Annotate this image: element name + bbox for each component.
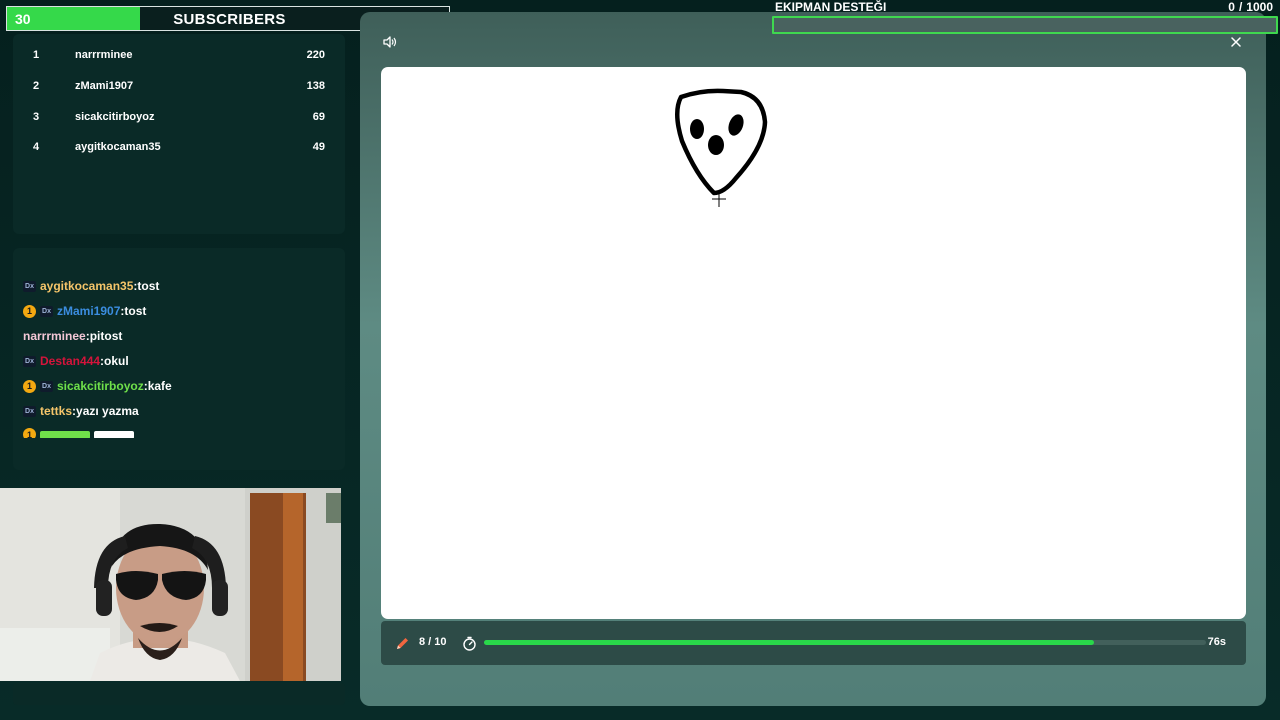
sketch-drawing	[675, 88, 768, 207]
drawing-canvas[interactable]	[381, 67, 1246, 619]
leaderboard-score: 220	[306, 49, 325, 61]
close-icon[interactable]	[1227, 33, 1245, 51]
timer-progress-track	[484, 640, 1206, 645]
chat-message: 1 Dx sicakcitirboyoz:kafe	[23, 377, 172, 395]
leaderboard-name: zMami1907	[75, 80, 134, 92]
webcam-feed	[0, 488, 341, 681]
chat-text: pitost	[89, 329, 123, 343]
webcam-frame-strip	[13, 683, 345, 705]
chat-message: Dx aygitkocaman35:tost	[23, 277, 159, 295]
leaderboard-row: 2 zMami1907 138	[13, 77, 345, 97]
stopwatch-icon	[460, 634, 478, 652]
chat-username: Destan444	[40, 354, 101, 368]
leaderboard-score: 49	[312, 141, 325, 153]
truncated-message	[94, 430, 134, 438]
leaderboard-rank: 1	[33, 49, 40, 61]
chat-text: kafe	[147, 379, 172, 393]
chat-username: aygitkocaman35	[40, 279, 134, 293]
dx-badge-icon: Dx	[23, 405, 36, 417]
equipment-separator: /	[1238, 0, 1243, 14]
subscriber-badge-icon: 1	[23, 379, 36, 393]
chat-message: Dx Destan444:okul	[23, 352, 129, 370]
leaderboard-rank: 4	[33, 141, 40, 153]
chat-text: yazı yazma	[76, 404, 139, 418]
equipment-support-title: EKIPMAN DESTEĞI	[775, 0, 887, 14]
drawing-round-count: 8 / 10	[419, 636, 447, 648]
chat-username: zMami1907	[57, 304, 121, 318]
timer-progress-fill	[484, 640, 1095, 645]
truncated-username	[40, 430, 90, 438]
equipment-support-bar	[772, 16, 1278, 34]
webcam-image	[0, 488, 341, 681]
leaderboard-rank: 3	[33, 111, 40, 123]
subscribers-label: SUBSCRIBERS	[173, 11, 286, 28]
leaderboard-name: sicakcitirboyoz	[75, 111, 155, 123]
subscriber-badge-icon: 1	[23, 304, 36, 318]
leaderboard-row: 3 sicakcitirboyoz 69	[13, 108, 345, 128]
drawing-toolbar: 8 / 10 76s	[381, 621, 1246, 665]
leaderboard-score: 138	[306, 80, 325, 92]
chat-message: Dx tettks:yazı yazma	[23, 402, 139, 420]
drawing-game-window: 8 / 10 76s	[360, 12, 1266, 706]
leaderboard-name: narrrminee	[75, 49, 133, 61]
subscribers-current: 30	[15, 11, 31, 27]
leaderboard-rank: 2	[33, 80, 40, 92]
dx-badge-icon: Dx	[40, 305, 53, 317]
dx-badge-icon: Dx	[40, 380, 53, 392]
time-remaining: 76s	[1207, 636, 1226, 648]
chat-username: tettks	[40, 404, 73, 418]
chat-text: okul	[104, 354, 129, 368]
speaker-icon[interactable]	[381, 33, 399, 51]
chat-username: narrrminee	[23, 329, 86, 343]
leaderboard-name: aygitkocaman35	[75, 141, 161, 153]
stream-overlay: 30 SUBSCRIBERS 100 1 narrrminee 220 2 zM…	[0, 0, 1280, 720]
equipment-current: 0	[1228, 0, 1235, 14]
chat-username: sicakcitirboyoz	[57, 379, 144, 393]
leaderboard-row: 4 aygitkocaman35 49	[13, 138, 345, 158]
leaderboard-panel: 1 narrrminee 220 2 zMami1907 138 3 sicak…	[13, 34, 345, 234]
chat-text: tost	[124, 304, 147, 318]
chat-text: tost	[137, 279, 160, 293]
dx-badge-icon: Dx	[23, 280, 36, 292]
chat-message: narrrminee:pitost	[23, 329, 123, 343]
equipment-support-count: 0/1000	[1228, 0, 1273, 14]
pencil-icon	[393, 634, 411, 652]
chat-overflow-clip: 1	[13, 428, 345, 438]
subscriber-badge-icon: 1	[23, 428, 36, 438]
chat-message: 1 Dx zMami1907:tost	[23, 302, 146, 320]
dx-badge-icon: Dx	[23, 355, 36, 367]
equipment-goal: 1000	[1246, 0, 1273, 14]
leaderboard-row: 1 narrrminee 220	[13, 46, 345, 66]
leaderboard-score: 69	[312, 111, 325, 123]
chat-panel: Dx aygitkocaman35:tost 1 Dx zMami1907:to…	[13, 248, 345, 470]
